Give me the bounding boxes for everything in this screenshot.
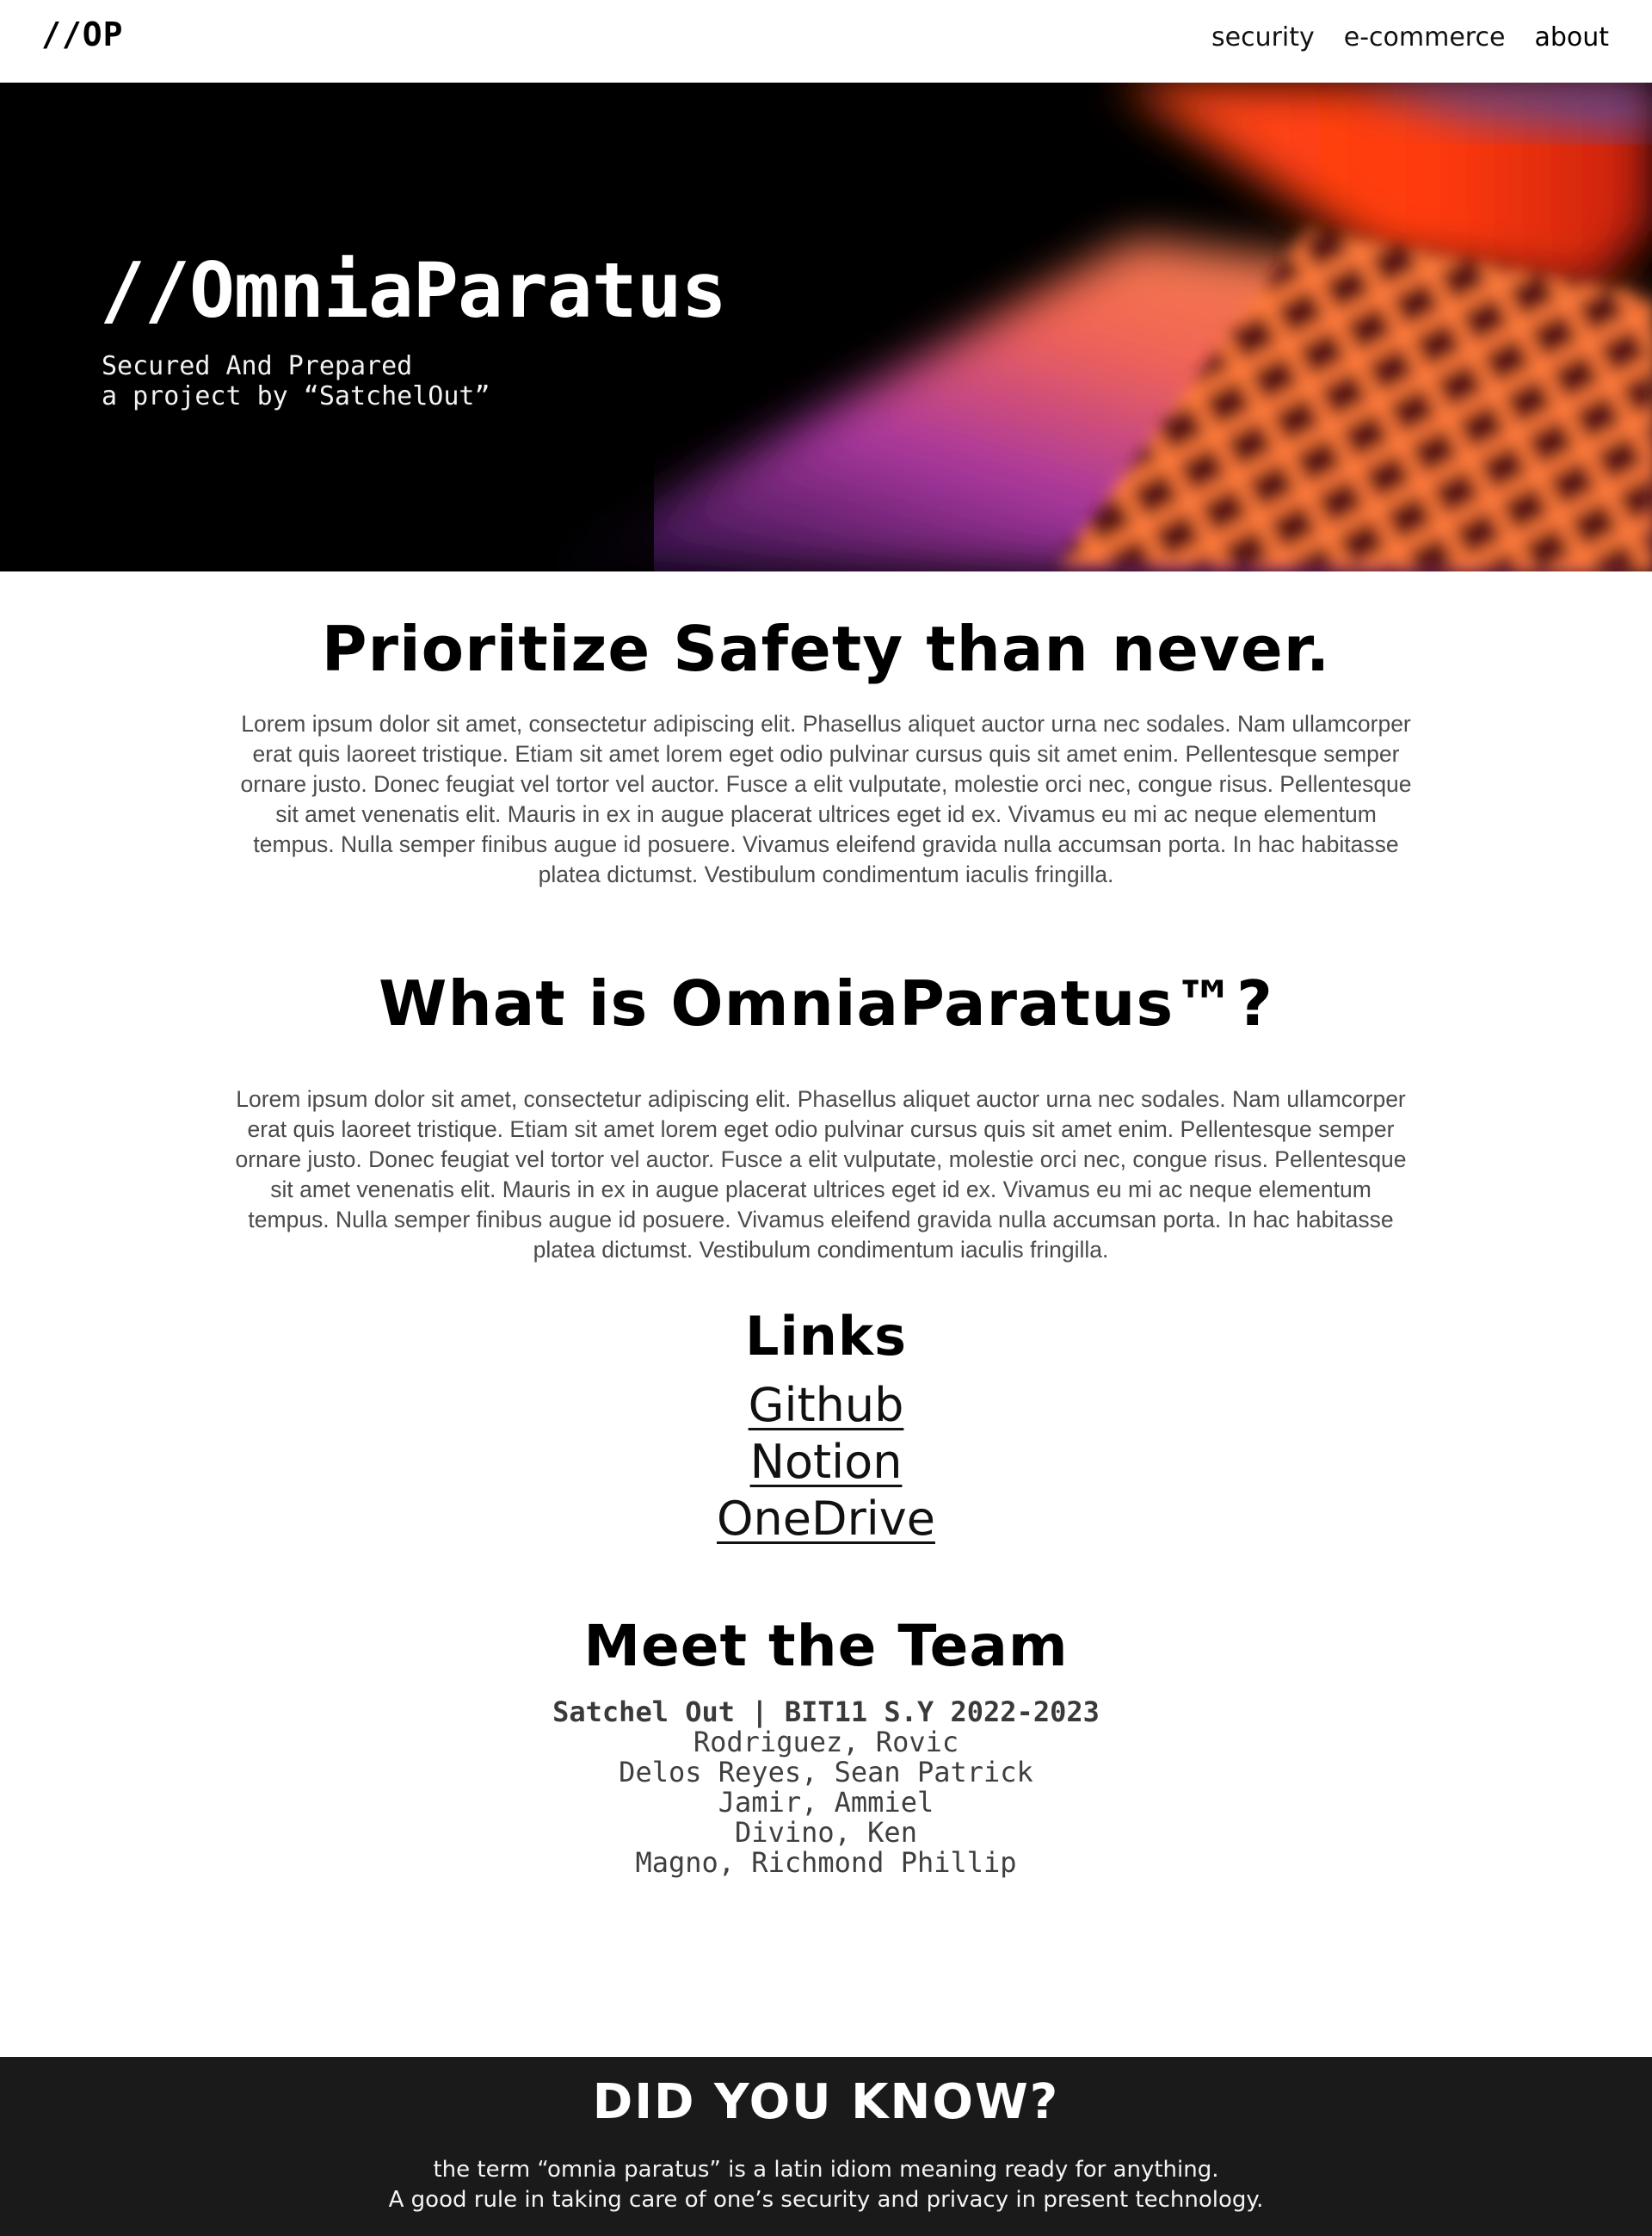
paragraph-line: sit amet venenatis elit. Mauris in ex in…	[275, 801, 1377, 827]
nav-link-about[interactable]: about	[1534, 22, 1609, 53]
team-member: Divino, Ken	[735, 1816, 917, 1849]
paragraph-line: erat quis laoreet tristique. Etiam sit a…	[247, 1116, 1395, 1142]
section-title-what-is: What is OmniaParatus™?	[379, 967, 1273, 1040]
paragraph-line: erat quis laoreet tristique. Etiam sit a…	[252, 741, 1400, 767]
paragraph-line: sit amet venenatis elit. Mauris in ex in…	[270, 1177, 1372, 1202]
nav-link-e-commerce[interactable]: e-commerce	[1344, 22, 1506, 53]
site-logo[interactable]: //OP	[41, 15, 124, 53]
link-github[interactable]: Github	[749, 1377, 904, 1434]
footer-line-2: A good rule in taking care of one’s secu…	[388, 2187, 1264, 2213]
paragraph-line: ornare justo. Donec feugiat vel tortor v…	[240, 771, 1412, 797]
paragraph-line: Lorem ipsum dolor sit amet, consectetur …	[236, 1086, 1406, 1112]
team-member: Rodriguez, Rovic	[693, 1726, 959, 1758]
link-onedrive[interactable]: OneDrive	[717, 1491, 935, 1547]
hero-subtitle: Secured And Prepared a project by “Satch…	[102, 351, 490, 411]
top-nav: //OP security e-commerce about	[0, 0, 1652, 83]
paragraph-line: platea dictumst. Vestibulum condimentum …	[533, 1237, 1109, 1263]
hero-subtitle-line-2: a project by “SatchelOut”	[102, 381, 490, 411]
section-body-what-is: Lorem ipsum dolor sit amet, consectetur …	[210, 1084, 1432, 1265]
paragraph-line: platea dictumst. Vestibulum condimentum …	[538, 862, 1114, 887]
footer-title: DID YOU KNOW?	[592, 2074, 1060, 2130]
team-heading: Satchel Out | BIT11 S.Y 2022-2023	[552, 1696, 1100, 1728]
links-title: Links	[744, 1305, 908, 1368]
section-title-safety: Prioritize Safety than never.	[321, 613, 1331, 685]
links-list: Github Notion OneDrive	[0, 1377, 1652, 1547]
team-member: Magno, Richmond Phillip	[635, 1846, 1017, 1879]
hero-subtitle-line-1: Secured And Prepared	[102, 351, 413, 381]
paragraph-line: Lorem ipsum dolor sit amet, consectetur …	[241, 711, 1411, 737]
team-member: Jamir, Ammiel	[718, 1786, 934, 1819]
paragraph-line: tempus. Nulla semper finibus augue id po…	[253, 831, 1399, 857]
paragraph-line: tempus. Nulla semper finibus augue id po…	[248, 1207, 1394, 1232]
footer-line-1: the term “omnia paratus” is a latin idio…	[433, 2157, 1219, 2183]
hero-title: //OmniaParatus	[100, 246, 727, 335]
section-body-safety: Lorem ipsum dolor sit amet, consectetur …	[215, 709, 1437, 890]
team-title: Meet the Team	[583, 1613, 1069, 1679]
team-list: Satchel Out | BIT11 S.Y 2022-2023 Rodrig…	[0, 1697, 1652, 1878]
hero-banner: //OmniaParatus Secured And Prepared a pr…	[0, 83, 1652, 571]
nav-links: security e-commerce about	[1211, 22, 1609, 53]
footer-text: the term “omnia paratus” is a latin idio…	[0, 2155, 1652, 2215]
team-member: Delos Reyes, Sean Patrick	[619, 1756, 1033, 1788]
paragraph-line: ornare justo. Donec feugiat vel tortor v…	[235, 1146, 1407, 1172]
link-notion[interactable]: Notion	[750, 1434, 903, 1491]
footer-did-you-know: DID YOU KNOW? the term “omnia paratus” i…	[0, 2057, 1652, 2236]
nav-link-security[interactable]: security	[1211, 22, 1315, 53]
